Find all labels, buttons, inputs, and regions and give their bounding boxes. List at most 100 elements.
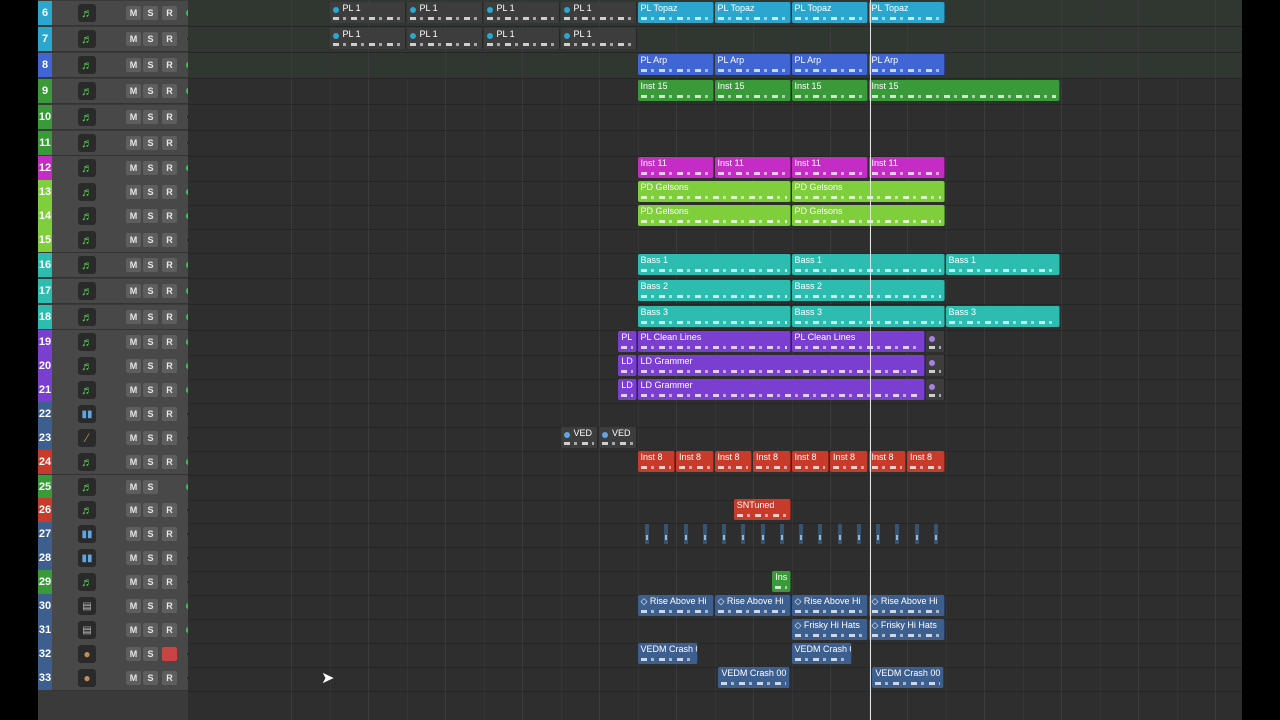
region[interactable]: PL 1 bbox=[406, 2, 483, 23]
record-enable-button[interactable]: R bbox=[162, 161, 177, 175]
record-enable-button[interactable]: R bbox=[162, 431, 177, 445]
region[interactable]: VED bbox=[560, 427, 598, 448]
solo-button[interactable]: S bbox=[143, 503, 158, 517]
mute-button[interactable]: M bbox=[126, 407, 141, 421]
track-header-33[interactable]: 33 ● M S R bbox=[38, 666, 193, 691]
mute-button[interactable]: M bbox=[126, 623, 141, 637]
audio-slice[interactable] bbox=[741, 524, 746, 544]
track-header-10[interactable]: 10 ♬ M S R bbox=[38, 105, 193, 130]
region[interactable]: ◇ Frisky Hi Hats bbox=[791, 619, 868, 640]
record-enable-button[interactable]: R bbox=[162, 455, 177, 469]
solo-button[interactable]: S bbox=[143, 136, 158, 150]
solo-button[interactable]: S bbox=[143, 110, 158, 124]
region[interactable]: PL 1 bbox=[406, 28, 483, 49]
track-header-15[interactable]: 15 ♬ M S R bbox=[38, 228, 193, 253]
region[interactable]: LD bbox=[618, 355, 637, 376]
track-header-9[interactable]: 9 ♬ M S R bbox=[38, 79, 193, 104]
record-enable-button[interactable]: R bbox=[162, 32, 177, 46]
track-header-6[interactable]: 6 ♬ M S R bbox=[38, 1, 193, 26]
audio-slice[interactable] bbox=[837, 524, 842, 544]
region[interactable]: PL Topaz bbox=[637, 2, 714, 23]
region[interactable]: Inst 8 bbox=[753, 451, 791, 472]
region[interactable]: VEDM Crash 00 bbox=[718, 667, 791, 688]
record-enable-button[interactable]: R bbox=[162, 258, 177, 272]
record-enable-button[interactable]: R bbox=[162, 233, 177, 247]
track-header-30[interactable]: 30 ▤ M S R bbox=[38, 594, 193, 619]
mute-button[interactable]: M bbox=[126, 575, 141, 589]
solo-button[interactable]: S bbox=[143, 185, 158, 199]
audio-slice[interactable] bbox=[664, 524, 669, 544]
region[interactable]: Inst 8 bbox=[830, 451, 868, 472]
solo-button[interactable]: S bbox=[143, 6, 158, 20]
region[interactable]: PL Arp bbox=[637, 54, 714, 75]
region[interactable]: Inst 11 bbox=[791, 157, 868, 178]
solo-button[interactable]: S bbox=[143, 258, 158, 272]
region[interactable]: Bass 2 bbox=[791, 280, 945, 301]
mute-button[interactable]: M bbox=[126, 284, 141, 298]
region[interactable]: ◇ Rise Above Hi bbox=[637, 595, 714, 616]
region[interactable]: SNTuned bbox=[733, 499, 791, 520]
solo-button[interactable]: S bbox=[143, 310, 158, 324]
mute-button[interactable]: M bbox=[126, 599, 141, 613]
record-enable-button[interactable]: R bbox=[162, 551, 177, 565]
audio-slice[interactable] bbox=[895, 524, 900, 544]
mute-button[interactable]: M bbox=[126, 32, 141, 46]
track-header-17[interactable]: 17 ♬ M S R bbox=[38, 279, 193, 304]
solo-button[interactable]: S bbox=[143, 383, 158, 397]
mute-button[interactable]: M bbox=[126, 335, 141, 349]
mute-button[interactable]: M bbox=[126, 480, 141, 494]
record-enable-button[interactable]: R bbox=[162, 209, 177, 223]
record-enable-button[interactable]: R bbox=[162, 310, 177, 324]
mute-button[interactable]: M bbox=[126, 383, 141, 397]
track-header-27[interactable]: 27 ▮▮ M S R bbox=[38, 522, 193, 547]
region[interactable]: Bass 3 bbox=[637, 306, 791, 327]
track-header-26[interactable]: 26 ♬ M S R bbox=[38, 498, 193, 523]
region[interactable] bbox=[926, 331, 945, 352]
track-header-25[interactable]: 25 ♬ M S bbox=[38, 475, 193, 500]
record-enable-button[interactable]: R bbox=[162, 623, 177, 637]
mute-button[interactable]: M bbox=[126, 84, 141, 98]
record-enable-button[interactable]: R bbox=[162, 407, 177, 421]
audio-slice[interactable] bbox=[856, 524, 861, 544]
track-header-21[interactable]: 21 ♬ M S R bbox=[38, 378, 193, 403]
region[interactable]: PD Gelsons bbox=[637, 205, 791, 226]
region[interactable]: PL Arp bbox=[714, 54, 791, 75]
region[interactable]: ◇ Rise Above Hi bbox=[714, 595, 791, 616]
region[interactable]: Ins bbox=[772, 571, 791, 592]
region[interactable]: PL Topaz bbox=[714, 2, 791, 23]
audio-slice[interactable] bbox=[799, 524, 804, 544]
solo-button[interactable]: S bbox=[143, 161, 158, 175]
audio-slice[interactable] bbox=[722, 524, 727, 544]
region[interactable]: Bass 3 bbox=[945, 306, 1060, 327]
region[interactable]: ◇ Rise Above Hi bbox=[791, 595, 868, 616]
track-header-22[interactable]: 22 ▮▮ M S R bbox=[38, 402, 193, 427]
region[interactable]: LD Grammer bbox=[637, 379, 926, 400]
solo-button[interactable]: S bbox=[143, 407, 158, 421]
region[interactable]: Inst 15 bbox=[868, 80, 1060, 101]
region[interactable]: LD bbox=[618, 379, 637, 400]
audio-slice[interactable] bbox=[779, 524, 784, 544]
track-header-20[interactable]: 20 ♬ M S R bbox=[38, 354, 193, 379]
audio-slice[interactable] bbox=[933, 524, 938, 544]
region[interactable]: Bass 1 bbox=[945, 254, 1060, 275]
region[interactable]: PL Arp bbox=[868, 54, 945, 75]
region[interactable]: VEDM Crash 00 bbox=[872, 667, 945, 688]
record-enable-button[interactable]: R bbox=[162, 58, 177, 72]
track-header-12[interactable]: 12 ♬ M S R bbox=[38, 156, 193, 181]
track-header-13[interactable]: 13 ♬ M S R bbox=[38, 180, 193, 205]
solo-button[interactable]: S bbox=[143, 527, 158, 541]
region[interactable]: VEDM Crash 0 bbox=[791, 643, 853, 664]
record-enable-button[interactable]: R bbox=[162, 647, 177, 661]
solo-button[interactable]: S bbox=[143, 359, 158, 373]
region[interactable]: PL 1 bbox=[560, 2, 637, 23]
mute-button[interactable]: M bbox=[126, 310, 141, 324]
solo-button[interactable]: S bbox=[143, 671, 158, 685]
region[interactable]: PL Clean Lines bbox=[791, 331, 926, 352]
region[interactable]: ◇ Rise Above Hi bbox=[868, 595, 945, 616]
mute-button[interactable]: M bbox=[126, 455, 141, 469]
solo-button[interactable]: S bbox=[143, 480, 158, 494]
record-enable-button[interactable]: R bbox=[162, 335, 177, 349]
mute-button[interactable]: M bbox=[126, 431, 141, 445]
track-header-23[interactable]: 23 ⁄ M S R bbox=[38, 426, 193, 451]
mute-button[interactable]: M bbox=[126, 6, 141, 20]
